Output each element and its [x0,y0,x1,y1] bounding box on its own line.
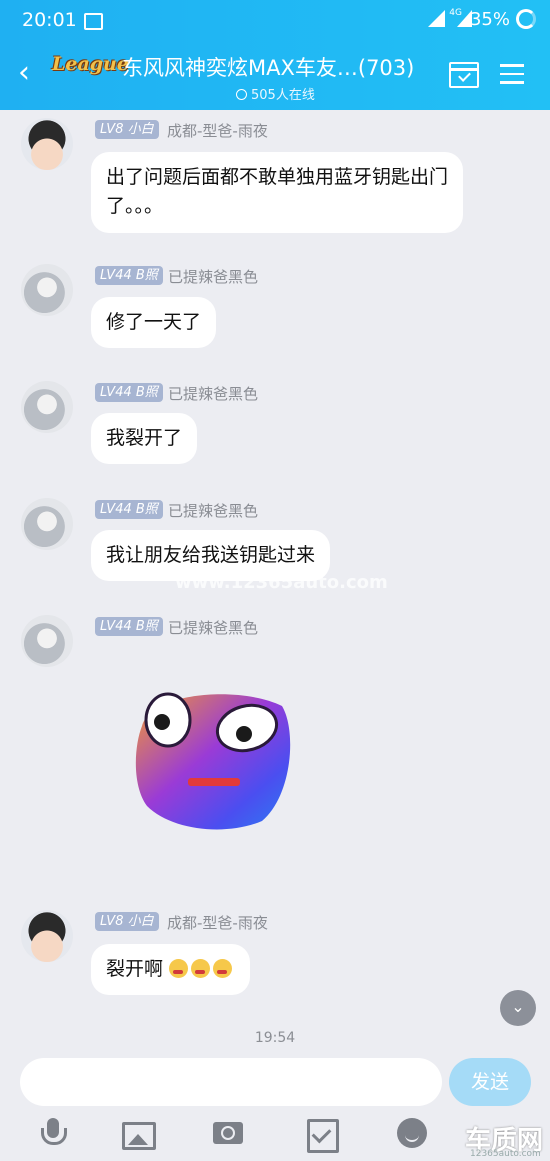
image-icon[interactable] [122,1122,156,1150]
time-separator: 19:54 [254,1030,296,1046]
level-tag: LV8 小白 [95,912,159,931]
status-time: 20:01 [22,9,77,31]
sender-nick: 已提辣爸黑色 [168,385,259,403]
level-tag: LV44 B照 [95,500,163,519]
message-bubble[interactable]: 我裂开了 [91,413,198,465]
message-bubble[interactable]: 裂开啊 [91,944,251,996]
avatar[interactable] [21,615,73,667]
avatar[interactable] [21,264,73,316]
online-label: 505人在线 [251,88,315,103]
vomit-emoji-icon [191,959,211,978]
vomit-emoji-icon [169,959,189,978]
message-input[interactable] [20,1058,442,1106]
online-icon [236,89,247,100]
red-packet-icon[interactable] [307,1119,339,1153]
group-logo: League [52,53,129,75]
send-button[interactable]: 发送 [449,1058,531,1106]
sender-nick: 成都-型爸-雨夜 [167,122,268,140]
image-notification-icon [84,13,103,30]
back-icon[interactable]: ‹ [18,58,30,88]
level-tag: LV8 小白 [95,120,159,139]
scroll-down-button[interactable]: ⌄ [500,990,536,1026]
vomit-emoji-icon [213,959,233,978]
chat-header: 20:01 4G 35% ‹ League 东风风神奕炫MAX车友…(703) … [0,0,550,110]
battery-icon [516,9,536,29]
message-bubble[interactable]: 修了一天了 [91,297,217,349]
message-bubble[interactable]: 出了问题后面都不敢单独用蓝牙钥匙出门了。。。 [91,152,463,233]
sender-nick: 已提辣爸黑色 [168,619,259,637]
level-tag: LV44 B照 [95,383,163,402]
level-tag: LV44 B照 [95,266,163,285]
online-count: 505人在线 [236,84,315,103]
message-text: 裂开啊 [106,958,164,980]
avatar[interactable] [21,381,73,433]
watermark-url: www.12365auto.com [175,572,388,593]
group-title[interactable]: 东风风神奕炫MAX车友…(703) [122,52,414,82]
calendar-check-icon[interactable] [449,62,479,88]
sender-nick: 已提辣爸黑色 [168,268,259,286]
avatar[interactable] [21,910,73,962]
avatar[interactable] [21,498,73,550]
camera-icon[interactable] [213,1122,243,1144]
menu-icon[interactable] [500,64,524,90]
microphone-icon[interactable] [36,1116,70,1150]
angry-face-sticker[interactable] [132,686,292,832]
sender-nick: 已提辣爸黑色 [168,502,259,520]
status-bar: 20:01 4G 35% [0,0,550,40]
wifi-signal-icon [428,10,445,27]
avatar[interactable] [21,118,73,170]
sender-nick: 成都-型爸-雨夜 [167,914,268,932]
emoji-icon[interactable] [397,1118,427,1148]
watermark-url-small: 12365auto.com [470,1149,541,1159]
level-tag: LV44 B照 [95,617,163,636]
battery-percent: 35% [469,9,510,30]
